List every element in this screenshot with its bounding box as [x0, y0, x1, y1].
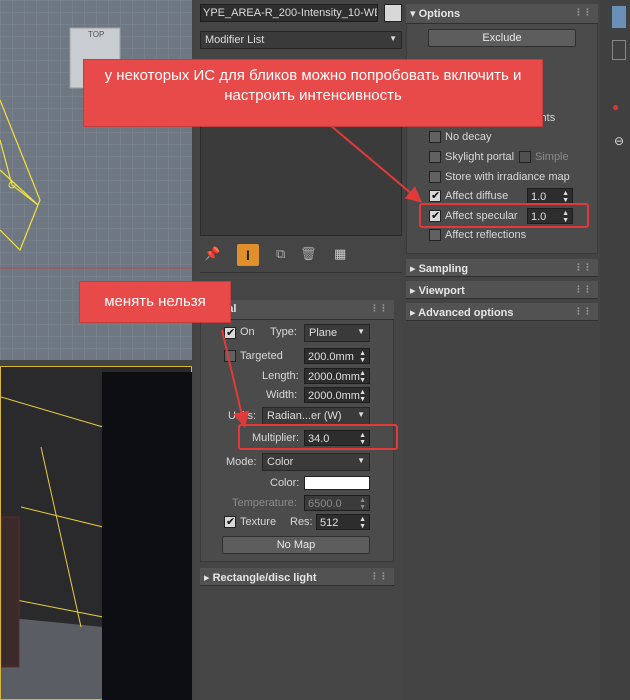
specular-callout: у некоторых ИС для бликов можно попробов…: [84, 60, 542, 126]
arrow-to-multiplier: [221, 329, 250, 428]
arrow-to-specular: [329, 124, 423, 203]
multiplier-callout: менять нельзя: [80, 282, 230, 322]
